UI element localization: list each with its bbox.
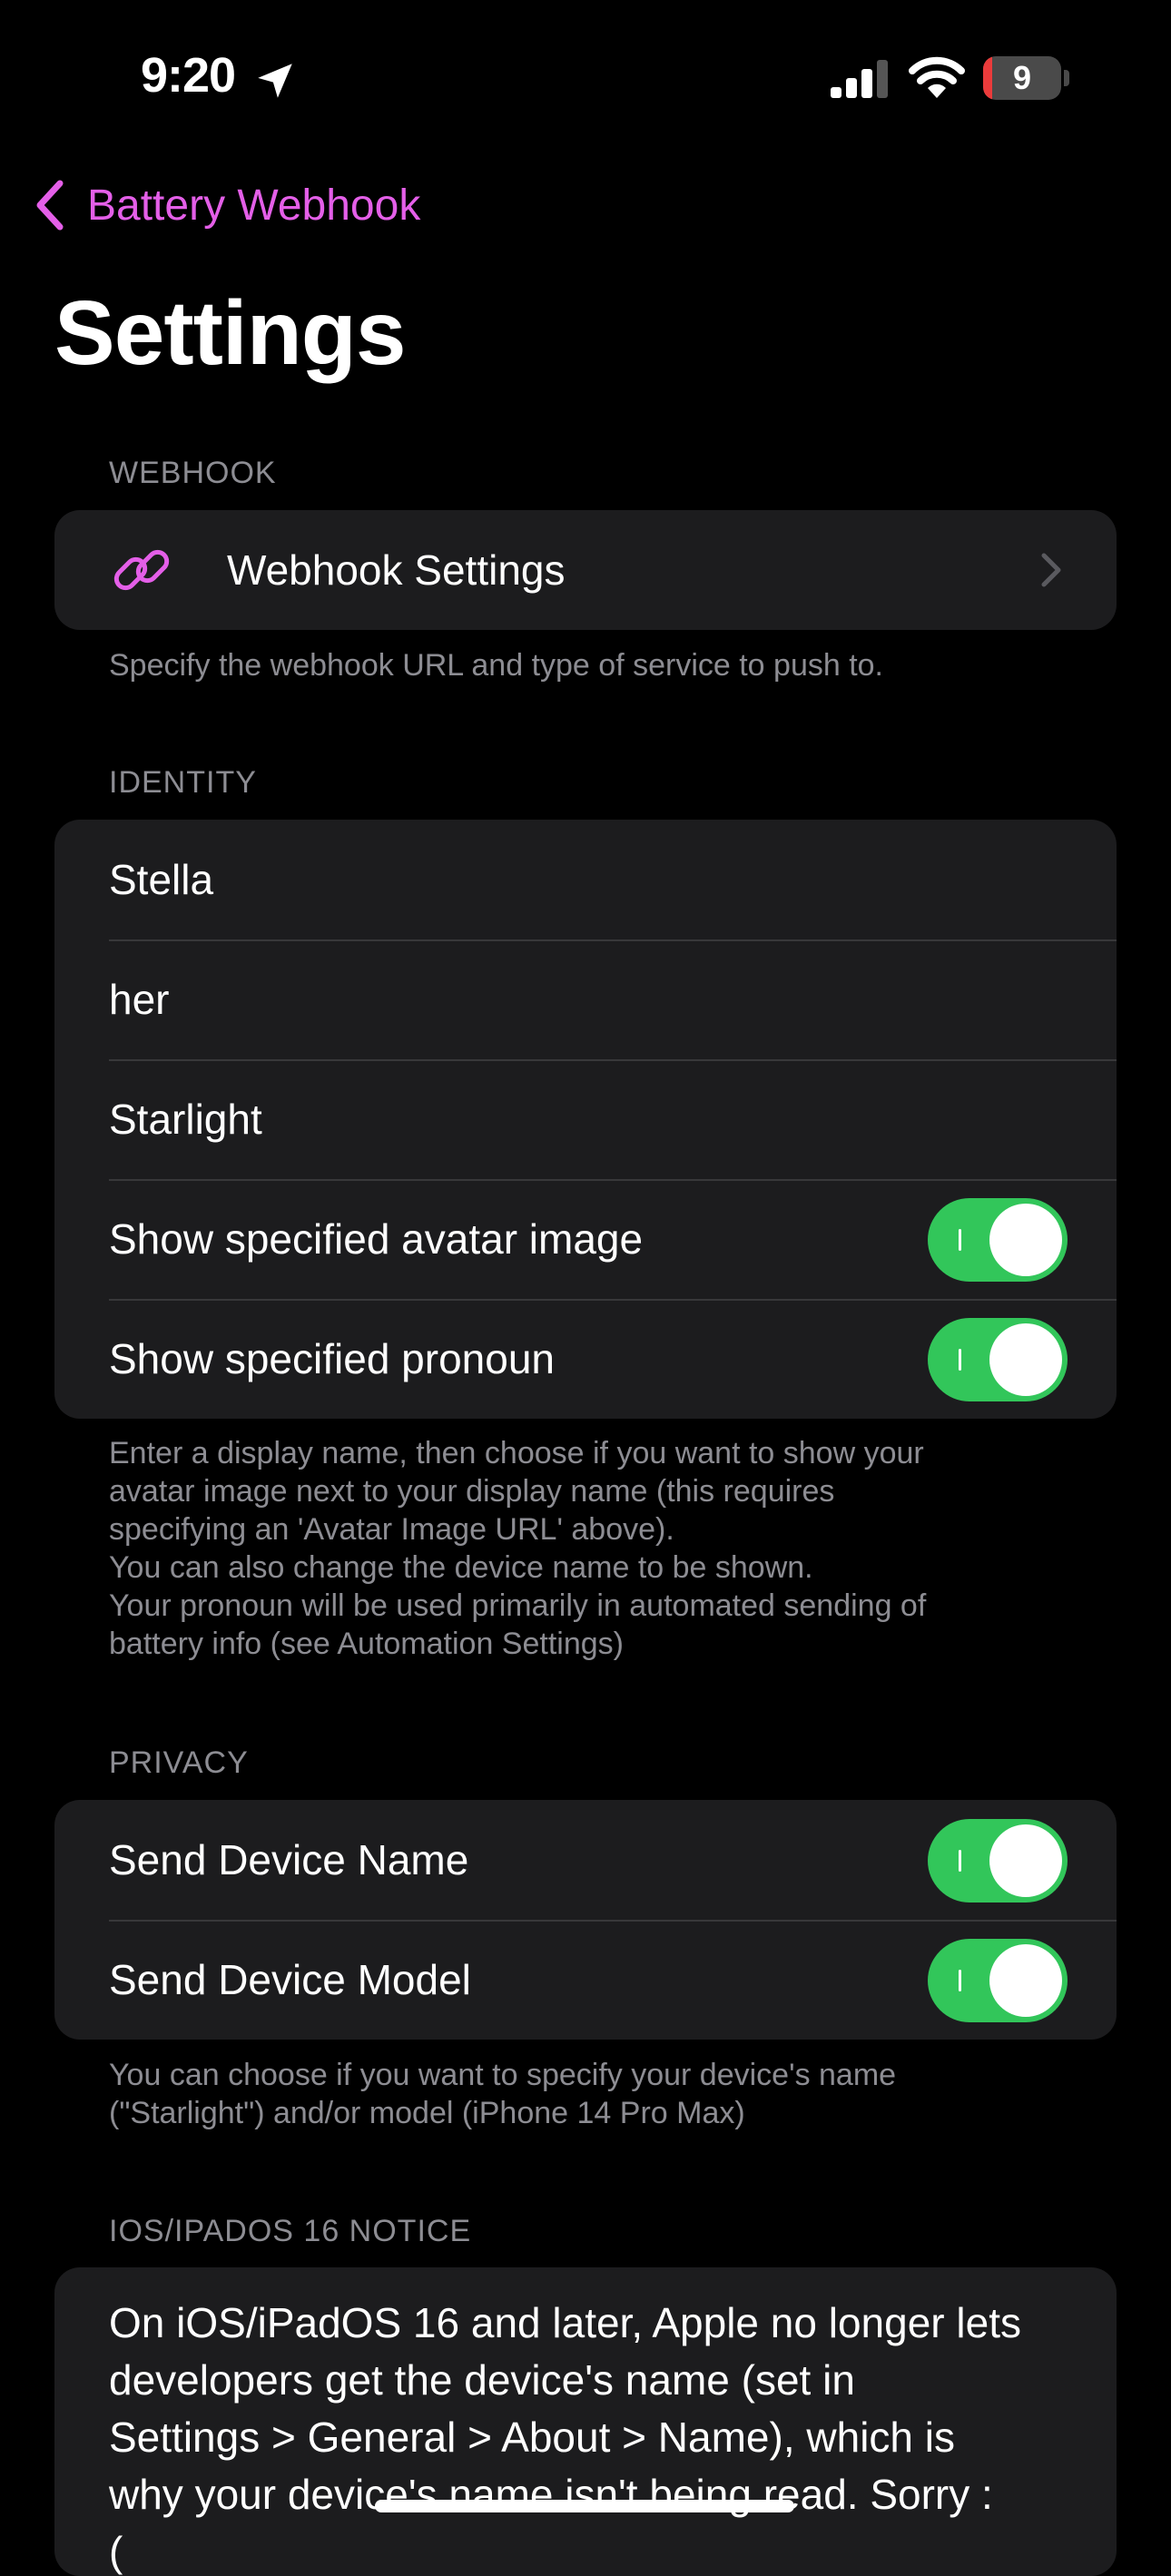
show-pronoun-toggle[interactable]	[928, 1318, 1068, 1401]
send-device-model-label: Send Device Model	[109, 1956, 471, 2003]
cellular-signal-icon	[831, 60, 888, 98]
identity-footer-line: Your pronoun will be used primarily in a…	[109, 1588, 927, 1623]
privacy-footer: You can choose if you want to specify yo…	[109, 2056, 1071, 2132]
device-name-field[interactable]: Starlight	[54, 1059, 1117, 1179]
section-header-webhook: WEBHOOK	[109, 456, 277, 490]
identity-footer-line: specifying an 'Avatar Image URL' above).	[109, 1512, 674, 1547]
notice-card: On iOS/iPadOS 16 and later, Apple no lon…	[54, 2267, 1117, 2576]
send-device-name-row: Send Device Name	[54, 1800, 1117, 1920]
battery-indicator: 9	[983, 56, 1070, 102]
display-name-field[interactable]: Stella	[54, 820, 1117, 939]
notice-line: On iOS/iPadOS 16 and later, Apple no lon…	[109, 2299, 1021, 2346]
privacy-footer-line: ("Starlight") and/or model (iPhone 14 Pr…	[109, 2096, 745, 2130]
wifi-icon	[909, 56, 965, 98]
show-avatar-row: Show specified avatar image	[54, 1179, 1117, 1299]
webhook-card: Webhook Settings	[54, 510, 1117, 630]
show-pronoun-label: Show specified pronoun	[109, 1335, 555, 1382]
privacy-card: Send Device Name Send Device Model	[54, 1800, 1117, 2040]
page-title: Settings	[54, 282, 406, 384]
show-avatar-toggle[interactable]	[928, 1198, 1068, 1282]
identity-card: Stella her Starlight Show specified avat…	[54, 820, 1117, 1419]
send-device-model-toggle[interactable]	[928, 1939, 1068, 2022]
location-arrow-icon	[258, 64, 292, 98]
identity-footer-line: avatar image next to your display name (…	[109, 1474, 835, 1509]
section-header-notice: IOS/IPADOS 16 NOTICE	[109, 2214, 472, 2248]
webhook-footer: Specify the webhook URL and type of serv…	[109, 648, 884, 683]
webhook-settings-row[interactable]: Webhook Settings	[54, 510, 1117, 630]
identity-footer: Enter a display name, then choose if you…	[109, 1434, 1071, 1663]
show-pronoun-row: Show specified pronoun	[54, 1299, 1117, 1419]
battery-level: 9	[1012, 59, 1032, 96]
notice-line: developers get the device's name (set in	[109, 2356, 855, 2404]
back-button[interactable]: Battery Webhook	[33, 177, 420, 233]
notice-line: why your device's name isn't being read.…	[109, 2471, 993, 2518]
home-indicator[interactable]	[375, 2500, 794, 2512]
notice-text: On iOS/iPadOS 16 and later, Apple no lon…	[54, 2267, 1117, 2576]
link-icon	[113, 549, 170, 591]
send-device-name-toggle[interactable]	[928, 1819, 1068, 1903]
notice-line: Settings > General > About > Name), whic…	[109, 2414, 955, 2461]
back-label: Battery Webhook	[87, 181, 421, 230]
section-header-privacy: PRIVACY	[109, 1745, 249, 1780]
notice-line: (	[109, 2528, 123, 2575]
send-device-name-label: Send Device Name	[109, 1836, 469, 1883]
identity-footer-line: You can also change the device name to b…	[109, 1550, 813, 1585]
section-header-identity: IDENTITY	[109, 765, 257, 800]
webhook-settings-label: Webhook Settings	[227, 546, 566, 594]
chevron-right-icon	[1041, 553, 1061, 587]
show-avatar-label: Show specified avatar image	[109, 1215, 644, 1263]
privacy-footer-line: You can choose if you want to specify yo…	[109, 2058, 897, 2092]
chevron-left-icon	[36, 180, 64, 231]
identity-footer-line: Enter a display name, then choose if you…	[109, 1436, 924, 1470]
status-time: 9:20	[141, 48, 236, 103]
pronoun-field[interactable]: her	[54, 939, 1117, 1059]
identity-footer-line: battery info (see Automation Settings)	[109, 1627, 624, 1661]
send-device-model-row: Send Device Model	[54, 1920, 1117, 2040]
